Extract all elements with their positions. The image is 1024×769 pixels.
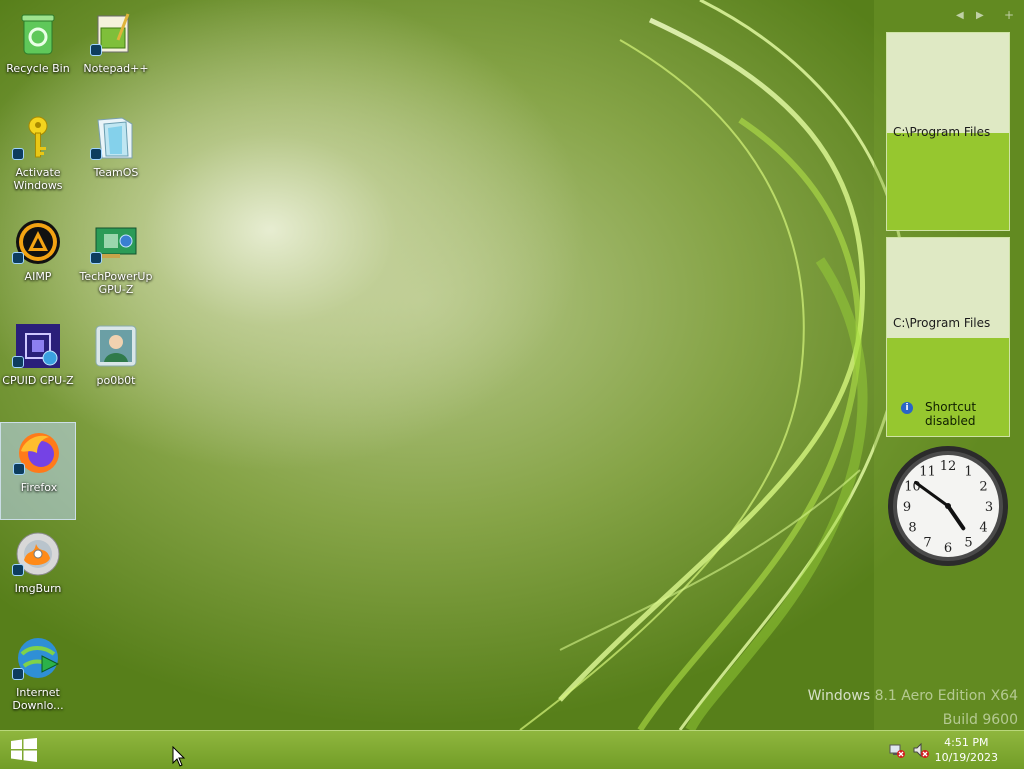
- sidebar-next-button[interactable]: ▶: [976, 10, 984, 21]
- clock-number: 4: [979, 521, 987, 536]
- clock-number: 8: [908, 521, 916, 536]
- recycle-bin-icon: [21, 14, 55, 55]
- desktop-icon-label: TeamOS: [93, 166, 139, 179]
- gadget-info-message: i Shortcut disabled: [901, 400, 1005, 428]
- clock-number: 3: [985, 500, 993, 515]
- shortcut-arrow-icon: [13, 463, 25, 475]
- start-button[interactable]: [10, 738, 38, 762]
- clock-number: 2: [979, 480, 987, 495]
- volume-muted-icon[interactable]: [912, 741, 930, 759]
- shortcut-arrow-icon: [12, 356, 24, 368]
- shortcut-arrow-icon: [12, 252, 24, 264]
- desktop-icon-label: Recycle Bin: [6, 62, 70, 75]
- gadget-path-label: C:\Program Files: [893, 316, 991, 330]
- desktop-icon-firefox[interactable]: Firefox: [0, 422, 76, 520]
- desktop-icon-label: Activate Windows: [13, 166, 63, 192]
- shortcut-arrow-icon: [90, 252, 102, 264]
- clock-number: 10: [904, 480, 921, 495]
- sidebar-prev-button[interactable]: ◀: [956, 10, 964, 21]
- network-disconnected-icon[interactable]: [888, 741, 906, 759]
- drive-gadget-1[interactable]: C:\Program Files: [886, 32, 1010, 231]
- clock-gadget[interactable]: 1234567891011 12: [886, 444, 1010, 568]
- clock-center-pin: [945, 503, 951, 509]
- desktop-icon-label: Firefox: [20, 481, 58, 494]
- desktop-icon-aimp[interactable]: AIMP: [0, 212, 76, 310]
- desktop-icon-gpu-z[interactable]: TechPowerUp GPU-Z: [78, 212, 154, 310]
- mouse-cursor-icon: [172, 746, 186, 767]
- desktop-icon-activate-windows[interactable]: Activate Windows: [0, 108, 76, 206]
- desktop-icon-label: Internet Downlo...: [12, 686, 64, 712]
- shortcut-arrow-icon: [12, 564, 24, 576]
- desktop-icon-notepad-plus-plus[interactable]: Notepad++: [78, 4, 154, 102]
- desktop-icon-teamos[interactable]: TeamOS: [78, 108, 154, 206]
- desktop-icon-label: Notepad++: [83, 62, 149, 75]
- clock-number: 1: [964, 465, 972, 480]
- gadget-fill-area: [887, 133, 1009, 230]
- shortcut-arrow-icon: [12, 148, 24, 160]
- desktop-icon-label: TechPowerUp GPU-Z: [79, 270, 153, 296]
- drive-gadget-2[interactable]: C:\Program Files i Shortcut disabled: [886, 237, 1010, 437]
- tray-clock[interactable]: 4:51 PM 10/19/2023: [935, 735, 998, 765]
- clock-number: 7: [923, 536, 931, 551]
- gadget-path-label: C:\Program Files: [893, 125, 991, 139]
- clock-number: 9: [903, 500, 911, 515]
- desktop-icon-recycle-bin[interactable]: Recycle Bin: [0, 4, 76, 102]
- desktop-icon-imgburn[interactable]: ImgBurn: [0, 524, 76, 622]
- desktop[interactable]: Recycle Bin Activate Windows AIMP CPUID …: [0, 0, 1024, 730]
- shortcut-arrow-icon: [12, 668, 24, 680]
- shortcut-arrow-icon: [90, 148, 102, 160]
- info-icon: i: [901, 402, 913, 414]
- clock-number: 5: [964, 536, 972, 551]
- tray-date: 10/19/2023: [934, 751, 998, 764]
- shortcut-arrow-icon: [90, 44, 102, 56]
- clock-number: 11: [919, 465, 936, 480]
- clock-number: 12: [940, 459, 957, 474]
- desktop-icon-label: CPUID CPU-Z: [2, 374, 74, 387]
- windows-logo-icon: [11, 738, 37, 762]
- taskbar: 4:51 PM 10/19/2023: [0, 730, 1024, 769]
- desktop-icon-internet-download-manager[interactable]: Internet Downlo...: [0, 628, 76, 726]
- desktop-icon-po0b0t[interactable]: po0b0t: [78, 316, 154, 414]
- desktop-icon-label: po0b0t: [96, 374, 136, 387]
- tray-time: 4:51 PM: [944, 736, 989, 749]
- desktop-icon-label: AIMP: [24, 270, 52, 283]
- gadget-info-text: Shortcut disabled: [925, 400, 977, 428]
- desktop-icon-label: ImgBurn: [14, 582, 62, 595]
- desktop-icon-cpuid-cpu-z[interactable]: CPUID CPU-Z: [0, 316, 76, 414]
- sidebar-add-gadget-button[interactable]: +: [1004, 8, 1014, 22]
- user-folder-icon: [95, 325, 137, 367]
- clock-number: 6: [944, 541, 952, 556]
